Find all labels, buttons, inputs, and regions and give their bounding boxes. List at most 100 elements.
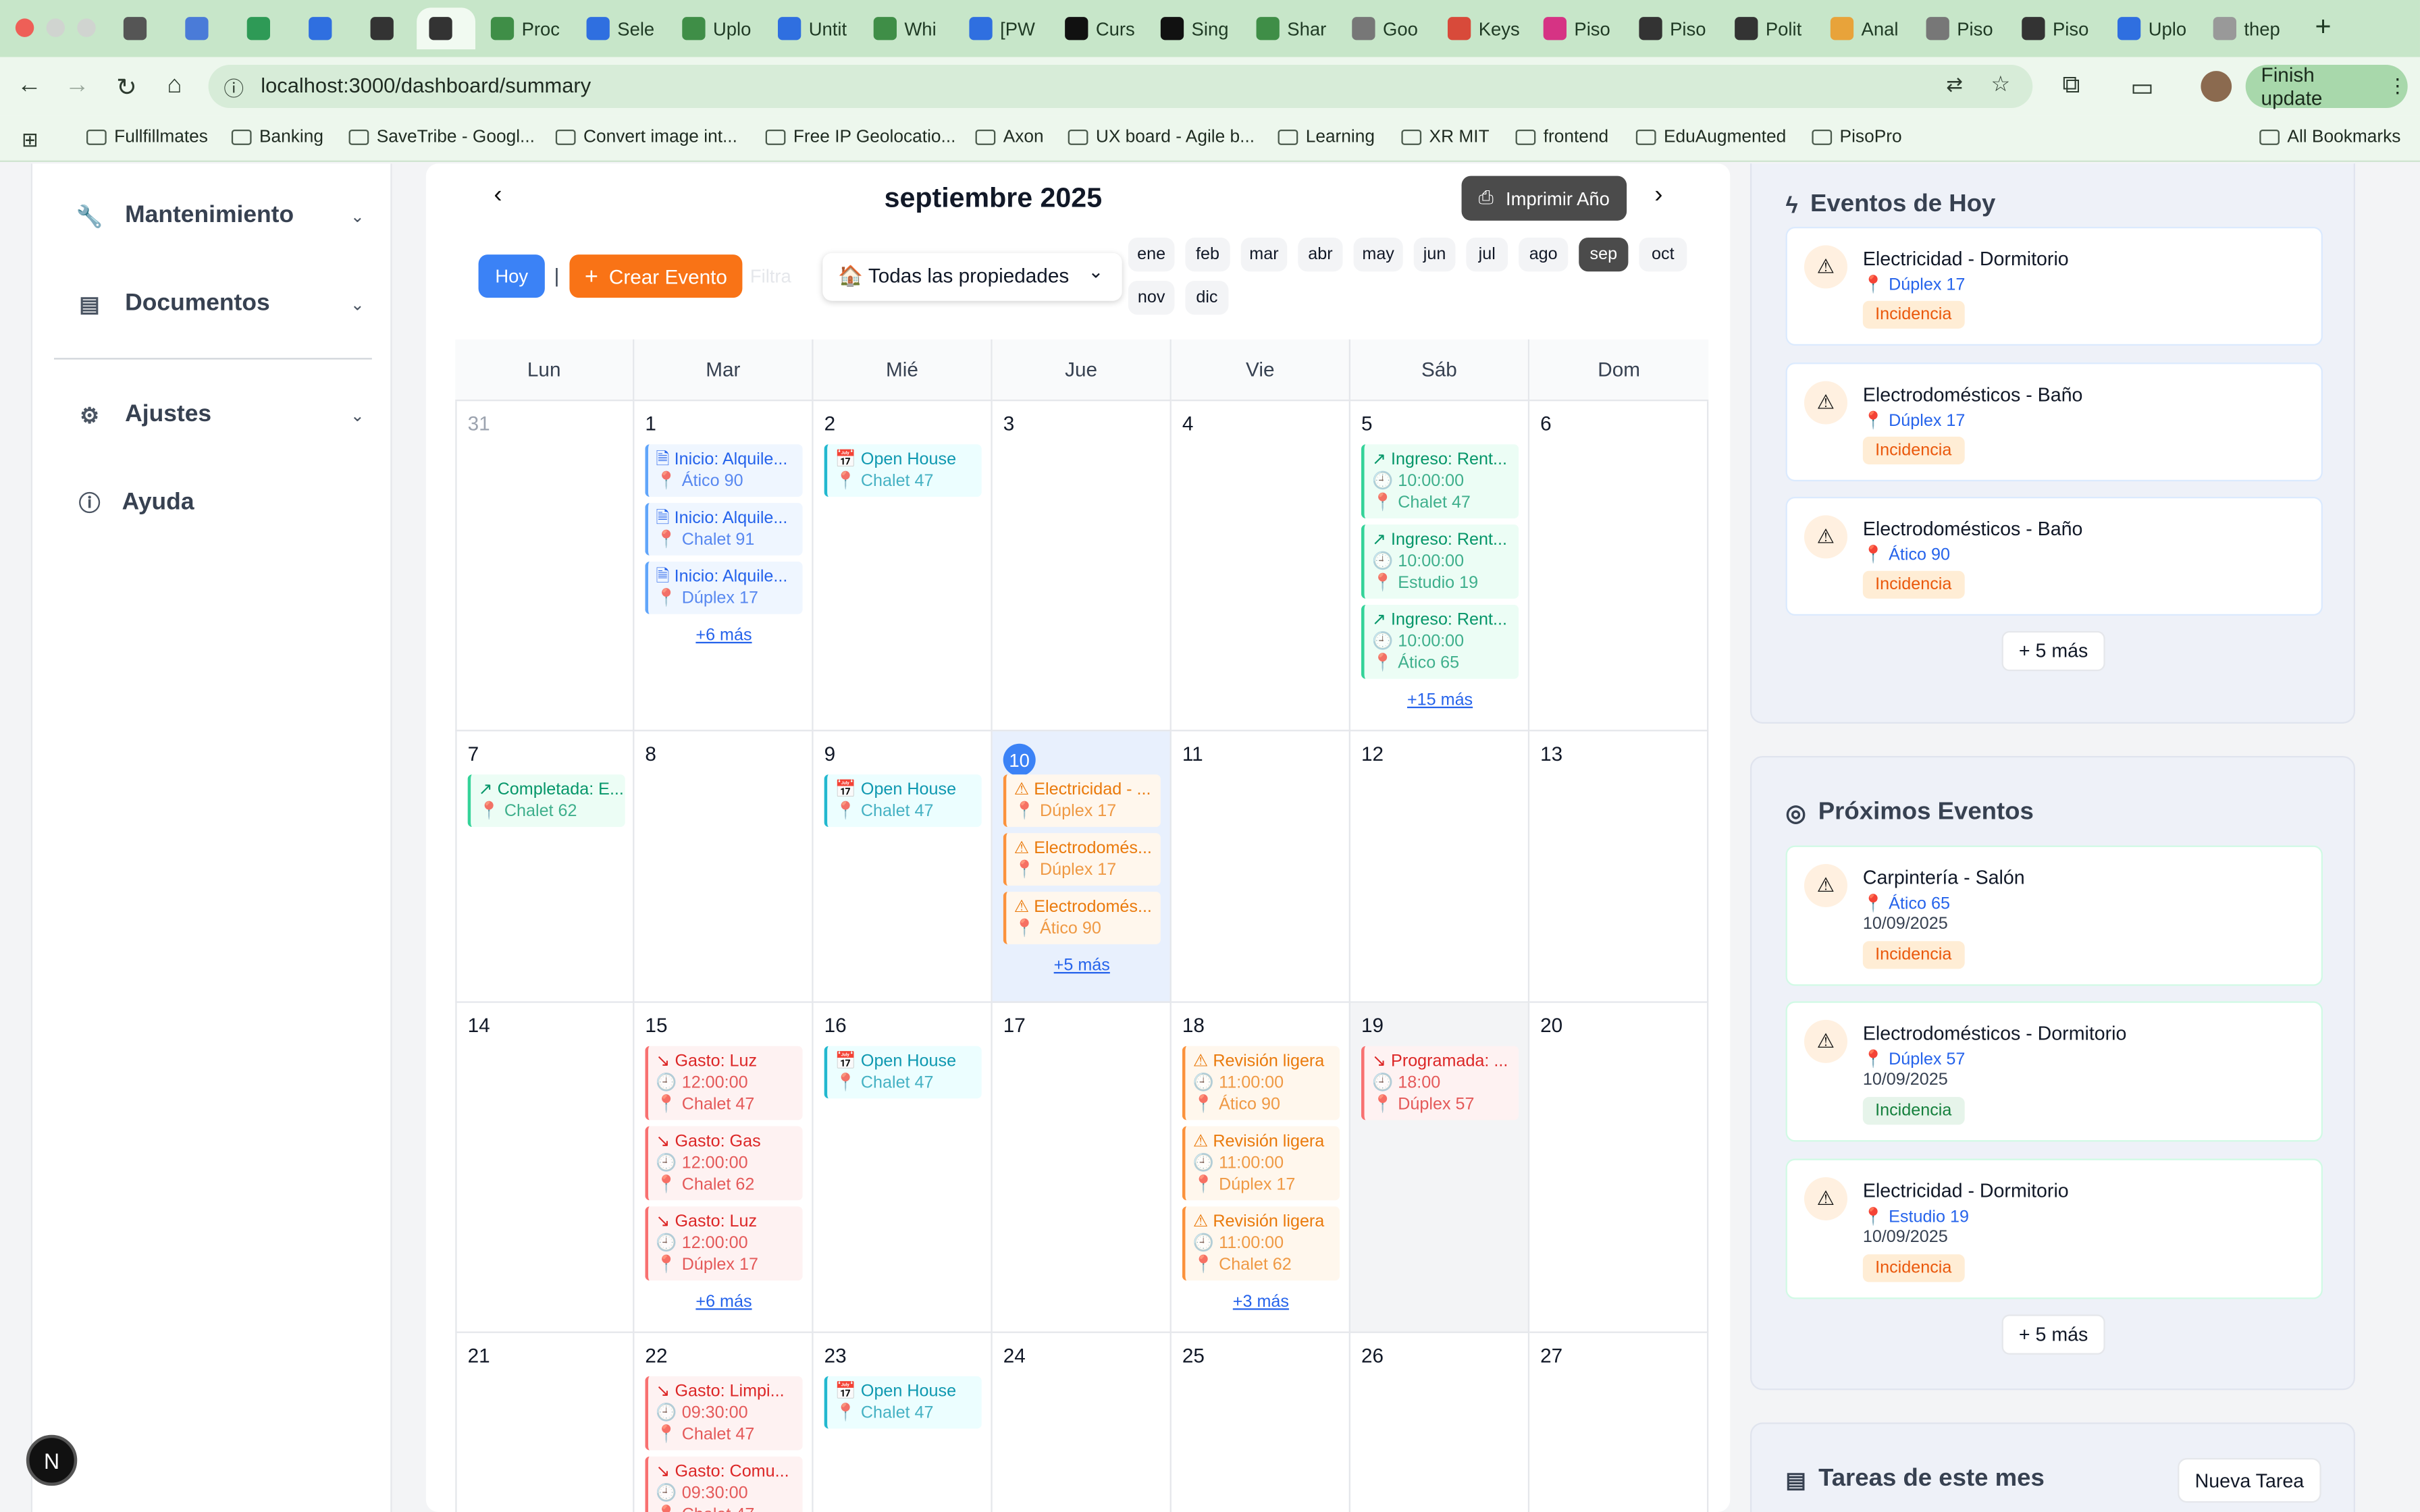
chevron-down-icon[interactable]: ⌄	[350, 295, 365, 315]
calendar-event[interactable]: ↘ Programada: ... 🕘 18:00 📍 Dúplex 57	[1361, 1046, 1519, 1120]
reload-icon[interactable]: ↻	[111, 72, 142, 103]
calendar-day-cell[interactable]: 14	[455, 1002, 635, 1333]
calendar-event[interactable]: ↘ Gasto: Luz 🕘 12:00:00 📍 Chalet 47	[645, 1046, 803, 1120]
forward-icon[interactable]: →	[61, 72, 93, 100]
calendar-day-cell[interactable]: 23 📅 Open House 📍 Chalet 47	[814, 1332, 993, 1512]
month-chip-jul[interactable]: jul	[1466, 237, 1508, 272]
browser-tab[interactable]	[234, 7, 293, 49]
calendar-event[interactable]: ↗ Ingreso: Rent... 🕘 10:00:00 📍 Estudio 19	[1361, 524, 1519, 599]
month-chip-oct[interactable]: oct	[1639, 237, 1687, 272]
calendar-day-cell[interactable]: 1 🗎 Inicio: Alquile... 📍 Ático 90 🗎 Inicio:…	[634, 401, 814, 732]
calendar-day-cell[interactable]: 6	[1529, 401, 1709, 732]
browser-tab[interactable]: Sing	[1149, 7, 1241, 49]
browser-tab[interactable]: Proc	[479, 7, 571, 49]
new-task-button[interactable]: Nueva Tarea	[2178, 1457, 2321, 1503]
month-chip-dic[interactable]: dic	[1185, 280, 1229, 315]
month-chip-may[interactable]: may	[1353, 237, 1403, 272]
calendar-day-cell[interactable]: 27	[1529, 1332, 1709, 1512]
calendar-day-cell[interactable]: 25	[1172, 1332, 1350, 1512]
bookmark-item[interactable]: PisoPro	[1812, 128, 1902, 146]
home-icon[interactable]: ⌂	[159, 72, 190, 100]
month-chip-sep[interactable]: sep	[1579, 237, 1629, 272]
calendar-event[interactable]: ⚠ Revisión ligera 🕘 11:00:00 📍 Dúplex 17	[1182, 1126, 1340, 1201]
tab-search-icon[interactable]: ▭	[2127, 72, 2158, 103]
calendar-day-cell[interactable]: 13	[1529, 731, 1709, 1003]
browser-tab[interactable]: Untit	[766, 7, 858, 49]
new-tab-button[interactable]: +	[2315, 11, 2332, 43]
calendar-day-cell[interactable]: 22 ↘ Gasto: Limpi... 🕘 09:30:00 📍 Chalet 47…	[634, 1332, 814, 1512]
more-events-link[interactable]: +5 más	[993, 956, 1172, 975]
kebab-menu-icon[interactable]: ⋮	[2388, 74, 2408, 99]
month-chip-feb[interactable]: feb	[1185, 237, 1230, 272]
calendar-event[interactable]: 📅 Open House 📍 Chalet 47	[824, 774, 982, 828]
calendar-event[interactable]: ↘ Gasto: Luz 🕘 12:00:00 📍 Dúplex 17	[645, 1206, 803, 1281]
sidebar-item-ayuda[interactable]: ⓘ Ayuda	[76, 489, 194, 517]
event-card[interactable]: ⚠ Carpintería - Salón 📍 Ático 65 10/09/2025…	[1785, 845, 2323, 986]
today-button[interactable]: Hoy	[478, 254, 545, 298]
calendar-day-cell[interactable]: 16 📅 Open House 📍 Chalet 47	[813, 1002, 993, 1333]
event-card[interactable]: ⚠ Electrodomésticos - Baño 📍 Ático 90 Incid…	[1785, 496, 2323, 616]
chevron-down-icon[interactable]: ⌄	[350, 207, 365, 227]
calendar-day-cell[interactable]: 19 ↘ Programada: ... 🕘 18:00 📍 Dúplex 57	[1350, 1002, 1530, 1333]
translate-icon[interactable]: ⇄	[1946, 72, 1963, 97]
calendar-event[interactable]: ⚠ Electrodomés... 📍 Dúplex 17	[1003, 833, 1161, 886]
browser-tab[interactable]: thep	[2201, 7, 2293, 49]
calendar-day-cell[interactable]: 21	[455, 1332, 635, 1512]
property-filter-select[interactable]: 🏠 Todas las propiedades ⌄	[822, 252, 1122, 301]
bookmark-item[interactable]: SaveTribe - Googl...	[348, 128, 535, 146]
browser-tab[interactable]: Uplo	[2105, 7, 2198, 49]
browser-tab[interactable]: Piso	[1914, 7, 2006, 49]
bookmark-item[interactable]: Axon	[975, 128, 1044, 146]
print-year-button[interactable]: ⎙ Imprimir Año	[1461, 176, 1627, 221]
event-card[interactable]: ⚠ Electricidad - Dormitorio 📍 Estudio 19 10…	[1785, 1158, 2323, 1299]
calendar-day-cell[interactable]: 11	[1171, 731, 1350, 1003]
month-chip-jun[interactable]: jun	[1413, 237, 1456, 272]
browser-tab[interactable]: Polit	[1722, 7, 1815, 49]
browser-tab[interactable]: Goo	[1340, 7, 1432, 49]
bookmark-item[interactable]: frontend	[1515, 128, 1608, 146]
calendar-day-cell[interactable]: 17	[992, 1002, 1172, 1333]
browser-tab[interactable]: Curs	[1053, 7, 1145, 49]
month-chip-mar[interactable]: mar	[1240, 237, 1288, 272]
more-events-link[interactable]: +15 más	[1350, 691, 1529, 709]
more-events-link[interactable]: +3 más	[1172, 1293, 1350, 1311]
calendar-day-cell[interactable]: 8	[634, 731, 814, 1003]
calendar-day-cell[interactable]: 18 ⚠ Revisión ligera 🕘 11:00:00 📍 Ático 90 ⚠…	[1171, 1002, 1350, 1333]
calendar-day-cell[interactable]: 4	[1171, 401, 1350, 732]
calendar-day-cell[interactable]: 26	[1350, 1332, 1530, 1512]
month-chip-nov[interactable]: nov	[1128, 280, 1175, 315]
bookmark-item[interactable]: Learning	[1278, 128, 1375, 146]
calendar-event[interactable]: 🗎 Inicio: Alquile... 📍 Ático 90	[645, 444, 803, 497]
calendar-day-cell[interactable]: 5 ↗ Ingreso: Rent... 🕘 10:00:00 📍 Chalet 47…	[1350, 401, 1530, 732]
browser-tab[interactable]	[358, 7, 417, 49]
browser-tab[interactable]: Uplo	[670, 7, 762, 49]
calendar-event[interactable]: ↗ Ingreso: Rent... 🕘 10:00:00 📍 Chalet 47	[1361, 444, 1519, 518]
sidebar-item-mantenimiento[interactable]: 🔧 Mantenimiento	[76, 202, 294, 230]
calendar-event[interactable]: 🗎 Inicio: Alquile... 📍 Dúplex 17	[645, 561, 803, 614]
calendar-event[interactable]: 📅 Open House 📍 Chalet 47	[824, 444, 982, 497]
back-icon[interactable]: ←	[14, 72, 45, 100]
calendar-day-cell[interactable]: 24	[993, 1332, 1172, 1512]
bookmark-item[interactable]: Banking	[231, 128, 323, 146]
zoom-window-button[interactable]	[77, 18, 96, 37]
calendar-day-cell[interactable]: 7 ↗ Completada: E... 📍 Chalet 62	[455, 731, 635, 1003]
browser-tab[interactable]: Anal	[1818, 7, 1911, 49]
month-chip-ago[interactable]: ago	[1519, 237, 1569, 272]
month-chip-ene[interactable]: ene	[1128, 237, 1175, 272]
browser-tab[interactable]: Keys	[1436, 7, 1528, 49]
bookmark-item[interactable]: Free IP Geolocatio...	[765, 128, 955, 146]
minimize-window-button[interactable]	[46, 18, 65, 37]
calendar-day-cell[interactable]: 3	[992, 401, 1172, 732]
chevron-down-icon[interactable]: ⌄	[350, 406, 365, 425]
browser-tab[interactable]	[173, 7, 232, 49]
event-card[interactable]: ⚠ Electrodomésticos - Baño 📍 Dúplex 17 Inci…	[1785, 362, 2323, 482]
calendar-event[interactable]: ⚠ Revisión ligera 🕘 11:00:00 📍 Chalet 62	[1182, 1206, 1340, 1281]
calendar-event[interactable]: ↘ Gasto: Limpi... 🕘 09:30:00 📍 Chalet 47	[645, 1376, 803, 1451]
calendar-event[interactable]: ↗ Completada: E... 📍 Chalet 62	[467, 774, 625, 828]
browser-tab[interactable]	[417, 7, 475, 50]
more-events-link[interactable]: +6 más	[634, 626, 813, 645]
browser-tab[interactable]: [PW	[957, 7, 1049, 49]
browser-tab[interactable]: Piso	[2009, 7, 2102, 49]
next-month-icon[interactable]: ›	[1654, 182, 1662, 210]
bookmark-item[interactable]: EduAugmented	[1635, 128, 1786, 146]
